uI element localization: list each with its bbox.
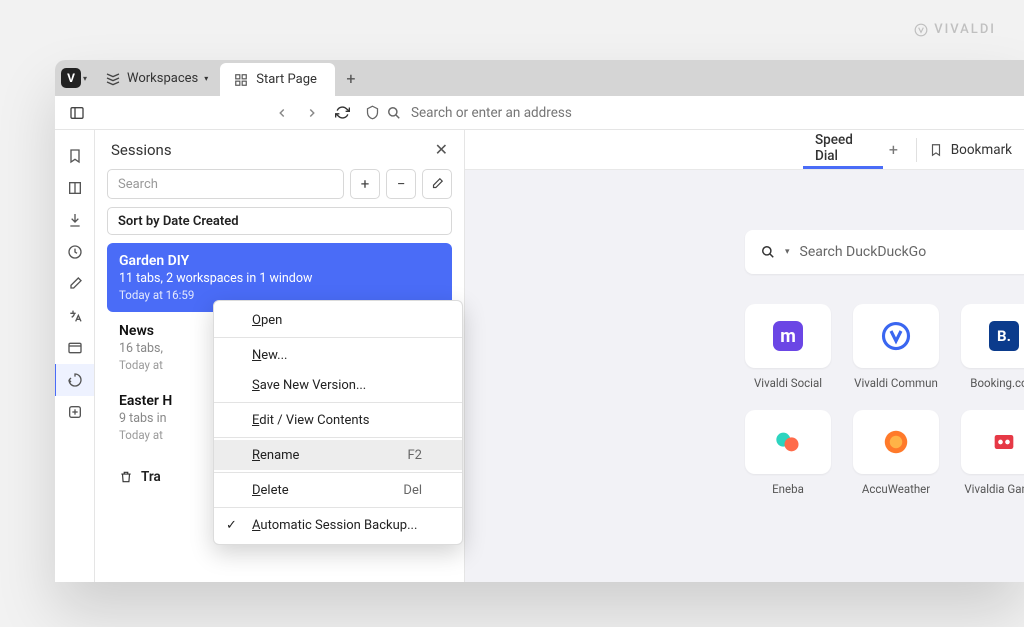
panel-title: Sessions (111, 141, 172, 159)
start-page-search[interactable]: ▾ Search DuckDuckGo (745, 230, 1024, 274)
vivaldi-watermark: VIVALDI (914, 22, 996, 37)
panel-notes-button[interactable] (59, 268, 91, 300)
reload-button[interactable] (335, 105, 363, 120)
tab-bar: V▾ Workspaces ▾ Start Page + (55, 60, 1024, 96)
speed-dial-item[interactable]: B. Booking.com (961, 304, 1024, 390)
bookmark-icon (929, 143, 943, 157)
tab-bookmarks[interactable]: Bookmark (917, 130, 1024, 169)
trash-icon (119, 470, 133, 484)
start-page-tabs: Speed Dial + Bookmark (465, 130, 1024, 170)
edit-session-button[interactable] (422, 169, 452, 199)
panel-sessions-button[interactable] (55, 364, 94, 396)
workspaces-icon (105, 70, 121, 86)
menu-new[interactable]: New... (214, 340, 462, 370)
speed-dial-item[interactable]: Eneba (745, 410, 831, 496)
shield-icon[interactable] (365, 105, 385, 120)
forward-button[interactable] (305, 106, 333, 120)
speed-dial-item[interactable]: Vivaldi Commun (853, 304, 939, 390)
close-panel-button[interactable]: ✕ (435, 140, 448, 159)
browser-window: V▾ Workspaces ▾ Start Page + (55, 60, 1024, 582)
vivaldi-menu-button[interactable]: V▾ (55, 60, 93, 96)
speed-dial-item[interactable]: Vivaldia Games (961, 410, 1024, 496)
session-meta: 11 tabs, 2 workspaces in 1 window (119, 271, 440, 286)
speed-dial-icon (234, 73, 248, 87)
remove-session-button[interactable]: − (386, 169, 416, 199)
menu-auto-backup[interactable]: ✓ Automatic Session Backup... (214, 510, 462, 540)
panel-toggle-button[interactable] (63, 105, 91, 121)
address-bar (55, 96, 1024, 130)
check-icon: ✓ (226, 518, 237, 533)
sort-dropdown[interactable]: Sort by Date Created (107, 207, 452, 235)
menu-delete[interactable]: DeleteDel (214, 475, 462, 505)
tab-speed-dial[interactable]: Speed Dial (803, 130, 883, 169)
context-menu: Open New... Save New Version... Edit / V… (213, 300, 463, 545)
workspaces-button[interactable]: Workspaces ▾ (93, 60, 220, 96)
sessions-search-input[interactable]: Search (107, 169, 344, 199)
menu-open[interactable]: Open (214, 305, 462, 335)
speed-dial-grid: m Vivaldi Social Eneba Vivaldi Commun (745, 304, 1024, 496)
speed-dial-item[interactable]: m Vivaldi Social (745, 304, 831, 390)
panel-bookmarks-button[interactable] (59, 140, 91, 172)
speed-dial-item[interactable]: AccuWeather (853, 410, 939, 496)
menu-edit-view-contents[interactable]: Edit / View Contents (214, 405, 462, 435)
session-name: Garden DIY (119, 253, 440, 269)
search-icon (761, 245, 775, 259)
menu-rename[interactable]: RenameF2 (214, 440, 462, 470)
menu-save-new-version[interactable]: Save New Version... (214, 370, 462, 400)
back-button[interactable] (275, 106, 303, 120)
panel-reading-list-button[interactable] (59, 172, 91, 204)
search-icon (387, 106, 401, 120)
panel-translate-button[interactable] (59, 300, 91, 332)
panel-history-button[interactable] (59, 236, 91, 268)
add-speed-dial-group[interactable]: + (883, 140, 904, 159)
address-input[interactable] (403, 105, 1016, 121)
sessions-panel: Sessions ✕ Search + − Sort by Date Creat… (95, 130, 465, 582)
new-tab-button[interactable]: + (335, 60, 367, 96)
panel-add-button[interactable] (59, 396, 91, 428)
add-session-button[interactable]: + (350, 169, 380, 199)
start-page: Speed Dial + Bookmark ▾ Search DuckDuckG… (465, 130, 1024, 582)
panel-iconbar (55, 130, 95, 582)
tab-start-page[interactable]: Start Page (220, 63, 335, 96)
panel-downloads-button[interactable] (59, 204, 91, 236)
panel-window-button[interactable] (59, 332, 91, 364)
